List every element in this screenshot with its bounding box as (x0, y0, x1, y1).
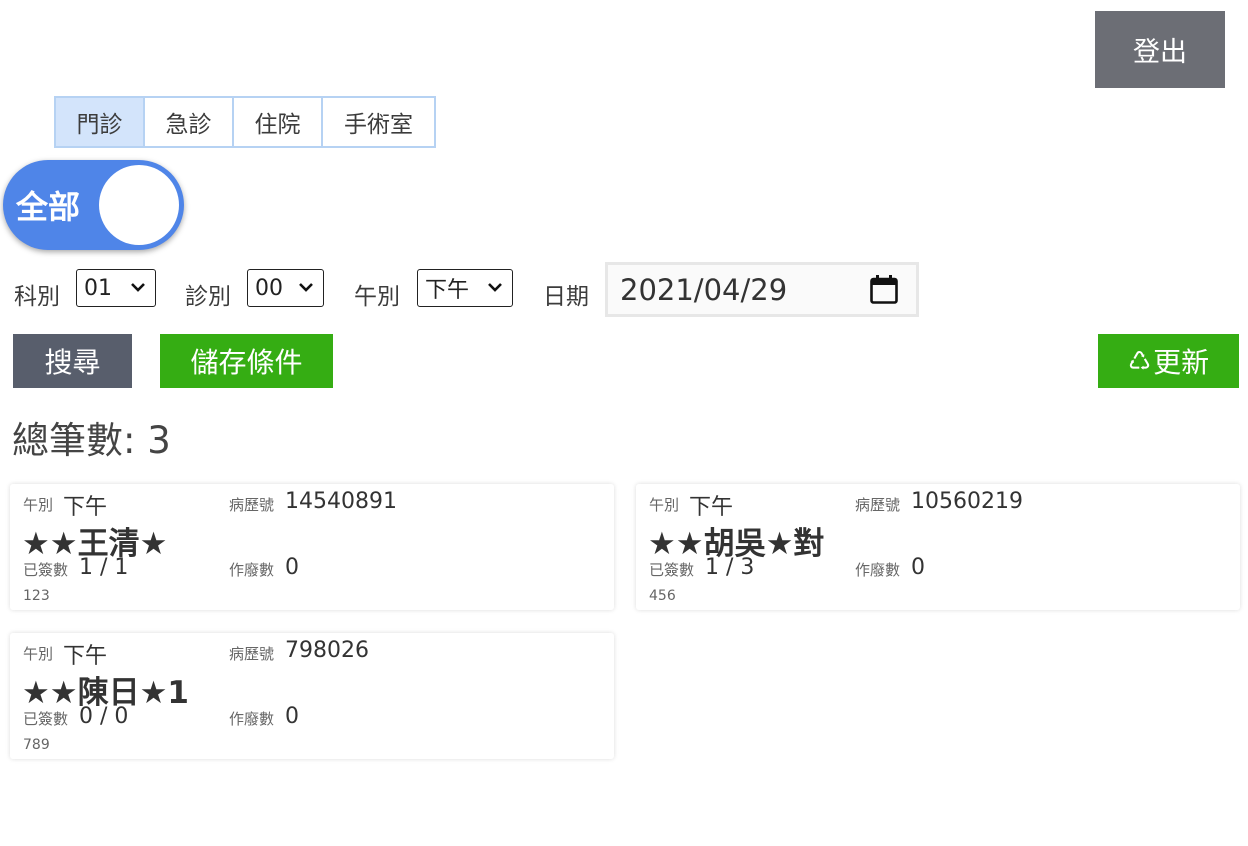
card-note: 456 (649, 588, 676, 604)
clinic-label: 診別 (185, 284, 231, 310)
tab-inpatient[interactable]: 住院 (232, 96, 323, 148)
signed-label: 已簽數 (23, 561, 69, 579)
clinic-select[interactable]: 00 (247, 269, 324, 307)
patient-card[interactable]: 午別 下午 病歷號 10560219 ★★胡吳★對 已簽數 1 / 3 作廢數 … (636, 484, 1240, 610)
search-button[interactable]: 搜尋 (13, 334, 132, 388)
voided-value: 0 (285, 555, 299, 580)
patient-card[interactable]: 午別 下午 病歷號 14540891 ★★王清★ 已簽數 1 / 1 作廢數 0… (10, 484, 614, 610)
dept-label: 科別 (14, 284, 60, 310)
record-no-value: 14540891 (285, 489, 397, 514)
chevron-down-icon (131, 283, 145, 292)
voided-label: 作廢數 (229, 561, 275, 579)
refresh-button[interactable]: ♺ 更新 (1098, 334, 1239, 388)
signed-label: 已簽數 (649, 561, 695, 579)
tab-emergency[interactable]: 急診 (143, 96, 234, 148)
session-value: 下午 (63, 644, 108, 669)
session-select[interactable]: 下午 (417, 269, 513, 307)
voided-label: 作廢數 (229, 710, 275, 728)
tab-outpatient[interactable]: 門診 (54, 96, 145, 148)
all-toggle-switch[interactable]: 全部 (3, 160, 184, 250)
record-no-value: 798026 (285, 638, 369, 663)
session-label: 午別 (354, 284, 400, 310)
logout-button[interactable]: 登出 (1095, 11, 1225, 88)
session-field-label: 午別 (23, 496, 54, 514)
toggle-knob (99, 165, 179, 245)
chevron-down-icon (488, 283, 502, 292)
recycle-icon: ♺ (1127, 345, 1152, 376)
clinic-select-value: 00 (255, 275, 283, 301)
signed-value: 1 / 3 (705, 555, 755, 580)
card-note: 789 (23, 737, 50, 753)
toggle-label: 全部 (16, 188, 81, 226)
tab-operating-room[interactable]: 手術室 (321, 96, 436, 148)
date-input[interactable]: 2021/04/29 (605, 262, 919, 317)
patient-card[interactable]: 午別 下午 病歷號 798026 ★★陳日★1 已簽數 0 / 0 作廢數 0 … (10, 633, 614, 759)
save-criteria-button[interactable]: 儲存條件 (160, 334, 333, 388)
total-count: 總筆數: 3 (12, 419, 171, 462)
session-select-value: 下午 (425, 278, 470, 303)
session-field-label: 午別 (23, 645, 54, 663)
date-value: 2021/04/29 (620, 272, 788, 307)
voided-label: 作廢數 (855, 561, 901, 579)
calendar-icon[interactable] (869, 274, 899, 305)
voided-value: 0 (285, 704, 299, 729)
chevron-down-icon (299, 283, 313, 292)
voided-value: 0 (911, 555, 925, 580)
dept-select-value: 01 (84, 275, 112, 301)
record-no-label: 病歷號 (855, 496, 901, 514)
signed-value: 0 / 0 (79, 704, 129, 729)
signed-label: 已簽數 (23, 710, 69, 728)
record-no-label: 病歷號 (229, 645, 275, 663)
category-tabs: 門診 急診 住院 手術室 (54, 96, 436, 148)
signed-value: 1 / 1 (79, 555, 129, 580)
record-no-label: 病歷號 (229, 496, 275, 514)
card-note: 123 (23, 588, 50, 604)
record-no-value: 10560219 (911, 489, 1023, 514)
date-label: 日期 (543, 284, 589, 310)
session-field-label: 午別 (649, 496, 680, 514)
session-value: 下午 (689, 495, 734, 520)
dept-select[interactable]: 01 (76, 269, 156, 307)
session-value: 下午 (63, 495, 108, 520)
refresh-label: 更新 (1153, 347, 1210, 378)
